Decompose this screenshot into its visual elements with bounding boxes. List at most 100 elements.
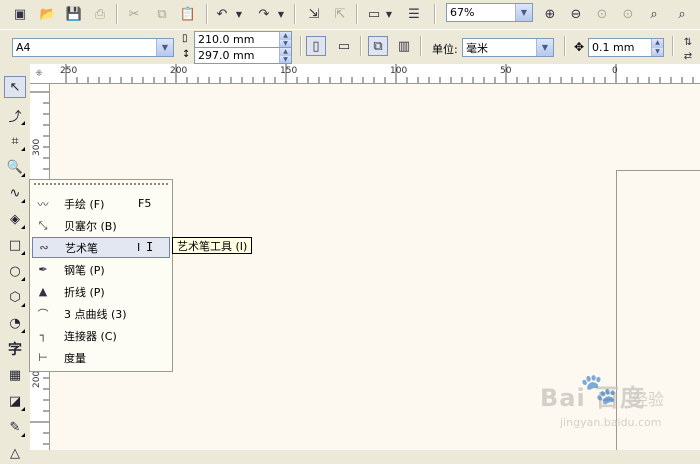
flyout-item-dimension[interactable]: ⊢ 度量: [32, 347, 170, 368]
interactive-blend-icon[interactable]: ◪: [4, 390, 26, 412]
new-icon[interactable]: ▣: [10, 4, 30, 24]
zoom-out-icon[interactable]: ⊖: [566, 4, 586, 24]
separator: [434, 4, 436, 24]
ruler-label: 50: [500, 66, 512, 76]
pick-tool-icon[interactable]: ↖: [4, 76, 26, 98]
flyout-item-bezier[interactable]: ⤡ 贝塞尔 (B): [32, 215, 170, 236]
undo-dropdown-icon[interactable]: ▼: [234, 4, 244, 24]
ruler-label: 200: [170, 66, 188, 76]
text-tool-icon[interactable]: 字: [4, 338, 26, 360]
options-icon[interactable]: ☰: [404, 4, 424, 24]
curve-tool-icon[interactable]: ∿: [4, 182, 26, 204]
flyout-grip[interactable]: [34, 183, 168, 187]
horizontal-ruler[interactable]: 250 200 150 100 50 0: [48, 64, 700, 84]
item-accel: (C): [100, 329, 117, 343]
nudge-icon: ✥: [574, 40, 585, 54]
chevron-down-icon[interactable]: ▼: [156, 39, 173, 56]
artistic-media-icon: ∾: [39, 241, 49, 254]
eyedropper-icon[interactable]: ✎: [4, 416, 26, 438]
curve-tools-flyout: 〰 手绘 (F) F5 ⤡ 贝塞尔 (B) ∾ 艺术笔 I ✒ 钢笔 (P) ▲…: [29, 179, 173, 372]
item-label: 折线: [64, 285, 86, 299]
nudge-field[interactable]: 0.1 mm ▲ ▼: [588, 38, 664, 57]
ellipse-tool-icon[interactable]: ○: [4, 260, 26, 282]
redo-icon[interactable]: ↷: [254, 4, 274, 24]
app-launcher-icon[interactable]: ▭: [364, 4, 384, 24]
separator: [356, 4, 358, 24]
import-icon[interactable]: ⇲: [304, 4, 324, 24]
all-pages-icon[interactable]: ⧉: [368, 36, 388, 56]
chevron-down-icon[interactable]: ▼: [515, 4, 532, 21]
basic-shapes-icon[interactable]: ◔: [4, 312, 26, 334]
page-height-field[interactable]: 297.0 mm ▲ ▼: [194, 47, 292, 64]
watermark-url: jingyan.baidu.com: [560, 416, 662, 429]
smart-fill-icon[interactable]: ◈: [4, 208, 26, 230]
property-bar: A4 ▼ ▯ ↕ 210.0 mm ▲ ▼ 297.0 mm ▲ ▼ ▯ ▭ ⧉ ▥…: [0, 29, 700, 66]
copy-icon[interactable]: ⧉: [152, 4, 172, 24]
export-icon[interactable]: ⇱: [330, 4, 350, 24]
bezier-icon: ⤡: [38, 218, 48, 232]
zoom-all-icon[interactable]: ⊙: [618, 4, 638, 24]
baidu-watermark: Bai 百度 🐾 经验 jingyan.baidu.com: [540, 372, 700, 450]
standard-toolbar: ▣ 📂 💾 ⎙ ✂ ⧉ 📋 ↶ ▼ ↷ ▼ ⇲ ⇱ ▭ ▼ ☰ 67% ▼ ⊕ …: [0, 0, 700, 30]
open-icon[interactable]: 📂: [38, 4, 58, 24]
current-page-icon[interactable]: ▥: [394, 36, 414, 56]
duplicate-offset-icon[interactable]: ⇄: [678, 46, 698, 66]
text-cursor-icon: I: [146, 240, 154, 254]
landscape-icon[interactable]: ▭: [334, 36, 354, 56]
watermark-suffix: 经验: [632, 390, 665, 409]
nudge-spinner[interactable]: ▲ ▼: [651, 39, 663, 56]
page-height-icon: ↕: [182, 49, 191, 60]
redo-dropdown-icon[interactable]: ▼: [276, 4, 286, 24]
zoom-in-icon[interactable]: ⊕: [540, 4, 560, 24]
zoom-page-icon[interactable]: ⌕: [644, 4, 664, 24]
rectangle-tool-icon[interactable]: □: [4, 234, 26, 256]
shape-tool-icon[interactable]: ⤴: [4, 104, 26, 126]
page-height-value: 297.0 mm: [198, 49, 255, 62]
zoom-width-icon[interactable]: ⌕: [672, 4, 692, 24]
ruler-origin-icon[interactable]: ⁜: [30, 64, 49, 84]
ruler-label: 100: [390, 66, 408, 76]
outline-tool-icon[interactable]: △: [4, 442, 26, 464]
ruler-ticks: [65, 64, 694, 83]
page-width-icon: ▯: [182, 33, 188, 44]
zoom-selected-icon[interactable]: ⊙: [592, 4, 612, 24]
separator: [420, 36, 422, 56]
item-label: 度量: [64, 351, 86, 365]
paw-icon: 🐾: [580, 372, 618, 407]
paste-icon[interactable]: 📋: [178, 4, 198, 24]
flyout-item-connector[interactable]: ┐ 连接器 (C): [32, 325, 170, 346]
item-label: 贝塞尔: [64, 219, 97, 233]
separator: [300, 36, 302, 56]
freehand-icon: 〰: [37, 197, 49, 211]
zoom-tool-icon[interactable]: 🔍: [4, 156, 26, 178]
width-spinner[interactable]: ▲ ▼: [279, 32, 291, 47]
zoom-combo[interactable]: 67% ▼: [446, 3, 533, 22]
flyout-item-polyline[interactable]: ▲ 折线 (P): [32, 281, 170, 302]
flyout-item-pen[interactable]: ✒ 钢笔 (P): [32, 259, 170, 280]
flyout-item-three-point-curve[interactable]: ⌒ 3 点曲线 (3): [32, 303, 170, 324]
item-label: 连接器: [64, 329, 97, 343]
ruler-label: 300: [32, 138, 42, 156]
save-icon[interactable]: 💾: [64, 4, 84, 24]
undo-icon[interactable]: ↶: [212, 4, 232, 24]
portrait-icon[interactable]: ▯: [306, 36, 326, 56]
crop-tool-icon[interactable]: ⌗: [4, 130, 26, 152]
table-tool-icon[interactable]: ▦: [4, 364, 26, 386]
polygon-tool-icon[interactable]: ⬡: [4, 286, 26, 308]
cut-icon[interactable]: ✂: [124, 4, 144, 24]
connector-icon: ┐: [39, 329, 47, 342]
polyline-icon: ▲: [38, 285, 48, 298]
separator: [672, 36, 674, 56]
page-width-field[interactable]: 210.0 mm ▲ ▼: [194, 31, 292, 48]
height-spinner[interactable]: ▲ ▼: [279, 48, 291, 63]
page-size-combo[interactable]: A4 ▼: [12, 38, 174, 57]
unit-combo[interactable]: 毫米 ▼: [462, 38, 554, 57]
chevron-down-icon[interactable]: ▼: [536, 39, 553, 56]
app-launcher-dropdown-icon[interactable]: ▼: [384, 4, 394, 24]
print-icon[interactable]: ⎙: [90, 4, 110, 24]
flyout-item-freehand[interactable]: 〰 手绘 (F) F5: [32, 193, 170, 214]
item-label: 钢笔: [64, 263, 86, 277]
item-accel: (B): [100, 219, 117, 233]
unit-value: 毫米: [466, 41, 488, 55]
item-accel: (P): [89, 263, 105, 277]
